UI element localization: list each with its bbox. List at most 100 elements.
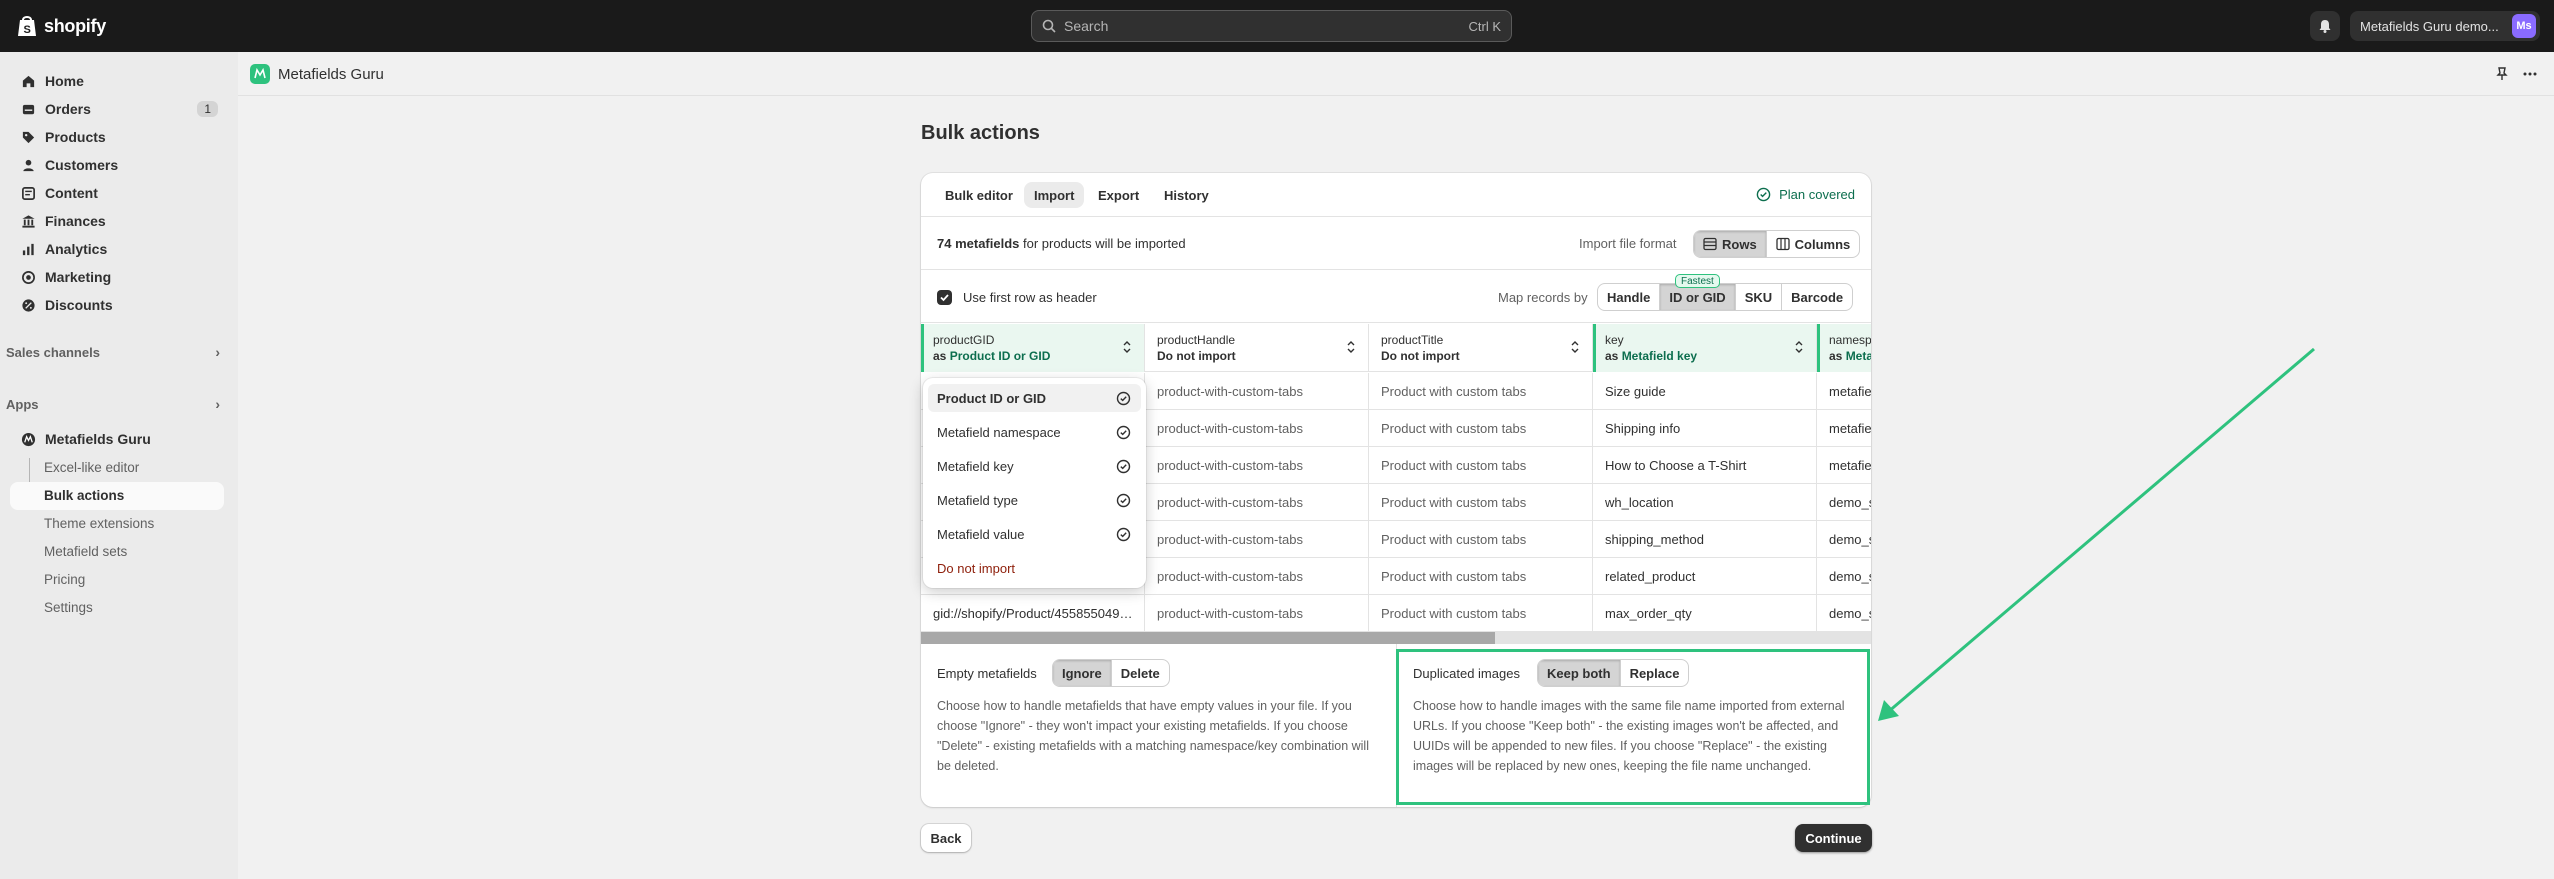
table-cell[interactable]: Product with custom tabs xyxy=(1369,558,1593,595)
store-menu-button[interactable]: Metafields Guru demo... Ms xyxy=(2350,11,2540,41)
tab-bulk-editor[interactable]: Bulk editor xyxy=(935,182,1023,208)
column-header-producthandle[interactable]: productHandle Do not import xyxy=(1145,324,1369,372)
column-header-namespace[interactable]: namespa as Meta xyxy=(1817,324,1871,372)
ignore-button[interactable]: Ignore xyxy=(1053,660,1112,686)
continue-button[interactable]: Continue xyxy=(1795,824,1872,852)
search-input[interactable]: Search Ctrl K xyxy=(1031,10,1512,42)
table-cell[interactable]: product-with-custom-tabs xyxy=(1145,558,1369,595)
map-sku-button[interactable]: SKU xyxy=(1736,284,1783,310)
tab-export[interactable]: Export xyxy=(1088,182,1149,208)
dropdown-item-value[interactable]: Metafield value xyxy=(928,520,1141,548)
table-cell[interactable]: product-with-custom-tabs xyxy=(1145,595,1369,632)
table-cell[interactable]: Product with custom tabs xyxy=(1369,595,1593,632)
table-cell[interactable]: shipping_method xyxy=(1593,521,1817,558)
table-cell[interactable]: product-with-custom-tabs xyxy=(1145,484,1369,521)
tab-import[interactable]: Import xyxy=(1024,182,1085,208)
table-cell[interactable]: metafiel xyxy=(1817,373,1871,410)
table-cell[interactable]: Product with custom tabs xyxy=(1369,521,1593,558)
sidebar-item-label: Discounts xyxy=(45,297,113,313)
tab-history[interactable]: History xyxy=(1154,182,1219,208)
sidebar-item-finances[interactable]: Finances xyxy=(10,208,224,234)
table-cell[interactable]: Product with custom tabs xyxy=(1369,447,1593,484)
table-cell[interactable]: Product with custom tabs xyxy=(1369,410,1593,447)
sort-arrows-icon xyxy=(1347,341,1355,353)
dropdown-item-product-id[interactable]: Product ID or GID xyxy=(928,384,1141,412)
avatar: Ms xyxy=(2512,14,2536,38)
table-cell[interactable]: product-with-custom-tabs xyxy=(1145,373,1369,410)
chevron-right-icon: › xyxy=(215,396,220,412)
sidebar-sub-excel-editor[interactable]: Excel-like editor xyxy=(44,460,139,475)
check-circle-icon xyxy=(1116,459,1131,474)
table-cell[interactable]: product-with-custom-tabs xyxy=(1145,447,1369,484)
table-cell[interactable]: metafiel xyxy=(1817,410,1871,447)
table-cell[interactable]: Product with custom tabs xyxy=(1369,484,1593,521)
table-cell[interactable]: How to Choose a T-Shirt xyxy=(1593,447,1817,484)
table-cell[interactable]: demo_s xyxy=(1817,521,1871,558)
sidebar-item-products[interactable]: Products xyxy=(10,124,224,150)
shopify-logo[interactable]: S shopify xyxy=(16,14,106,38)
column-name: productHandle xyxy=(1157,333,1236,347)
mapping-value: Product ID or GID xyxy=(949,349,1051,363)
table-cell[interactable]: demo_s xyxy=(1817,484,1871,521)
sidebar-sub-pricing[interactable]: Pricing xyxy=(44,572,85,587)
check-circle-icon xyxy=(1116,527,1131,542)
table-cell[interactable]: wh_location xyxy=(1593,484,1817,521)
scrollbar-thumb[interactable] xyxy=(921,632,1495,644)
search-placeholder: Search xyxy=(1064,18,1109,34)
table-cell[interactable]: related_product xyxy=(1593,558,1817,595)
table-cell[interactable]: max_order_qty xyxy=(1593,595,1817,632)
notifications-button[interactable] xyxy=(2310,11,2340,41)
column-mapping: as Meta xyxy=(1829,349,1871,363)
table-cell[interactable]: demo_s xyxy=(1817,595,1871,632)
sidebar-item-orders[interactable]: Orders 1 xyxy=(10,96,224,122)
table-cell[interactable]: product-with-custom-tabs xyxy=(1145,410,1369,447)
column-header-productgid[interactable]: productGID as Product ID or GID xyxy=(921,324,1145,372)
tab-bar: Bulk editor Import Export History Plan c… xyxy=(921,173,1871,217)
table-cell[interactable]: metafiel xyxy=(1817,447,1871,484)
person-icon xyxy=(20,157,36,173)
table-cell[interactable]: product-with-custom-tabs xyxy=(1145,521,1369,558)
dropdown-item-label: Metafield value xyxy=(937,526,1025,542)
format-columns-button[interactable]: Columns xyxy=(1767,231,1860,257)
column-header-producttitle[interactable]: productTitle Do not import xyxy=(1369,324,1593,372)
plan-label: Plan covered xyxy=(1779,187,1855,202)
check-circle-icon xyxy=(1116,391,1131,406)
sidebar-item-content[interactable]: Content xyxy=(10,180,224,206)
column-header-key[interactable]: key as Metafield key xyxy=(1593,324,1817,372)
map-handle-button[interactable]: Handle xyxy=(1598,284,1661,310)
sidebar-item-discounts[interactable]: Discounts xyxy=(10,292,224,318)
sidebar-item-metafields-guru[interactable]: Metafields Guru xyxy=(10,426,224,452)
sidebar-item-marketing[interactable]: Marketing xyxy=(10,264,224,290)
keep-both-button[interactable]: Keep both xyxy=(1538,660,1621,686)
table-cell[interactable]: Product with custom tabs xyxy=(1369,373,1593,410)
dropdown-item-namespace[interactable]: Metafield namespace xyxy=(928,418,1141,446)
table-cell[interactable]: demo_s xyxy=(1817,558,1871,595)
header-checkbox[interactable] xyxy=(937,290,952,305)
sidebar-sub-metafield-sets[interactable]: Metafield sets xyxy=(44,544,127,559)
format-rows-button[interactable]: Rows xyxy=(1694,231,1767,257)
table-cell[interactable]: Size guide xyxy=(1593,373,1817,410)
sidebar-sub-theme-extensions[interactable]: Theme extensions xyxy=(44,516,154,531)
table-row: gid://shopify/Product/455855049… product-… xyxy=(921,595,1871,632)
back-button[interactable]: Back xyxy=(921,824,971,852)
sidebar-item-analytics[interactable]: Analytics xyxy=(10,236,224,262)
sidebar-item-customers[interactable]: Customers xyxy=(10,152,224,178)
apps-section[interactable]: Apps › xyxy=(6,396,220,412)
sidebar-sub-bulk-actions[interactable]: Bulk actions xyxy=(44,488,124,503)
sidebar-sub-settings[interactable]: Settings xyxy=(44,600,93,615)
more-options-icon[interactable] xyxy=(2522,66,2538,82)
dropdown-item-label: Metafield key xyxy=(937,458,1014,474)
check-circle-icon xyxy=(1116,425,1131,440)
dropdown-item-do-not-import[interactable]: Do not import xyxy=(928,554,1141,582)
replace-button[interactable]: Replace xyxy=(1621,660,1689,686)
sales-channels-section[interactable]: Sales channels › xyxy=(6,344,220,360)
dropdown-item-key[interactable]: Metafield key xyxy=(928,452,1141,480)
map-barcode-button[interactable]: Barcode xyxy=(1782,284,1852,310)
sidebar-item-home[interactable]: Home xyxy=(10,68,224,94)
empty-metafields-title: Empty metafields xyxy=(937,666,1037,681)
dropdown-item-type[interactable]: Metafield type xyxy=(928,486,1141,514)
pin-icon[interactable] xyxy=(2494,66,2510,82)
delete-button[interactable]: Delete xyxy=(1112,660,1169,686)
table-cell[interactable]: Shipping info xyxy=(1593,410,1817,447)
table-cell[interactable]: gid://shopify/Product/455855049… xyxy=(921,595,1145,632)
